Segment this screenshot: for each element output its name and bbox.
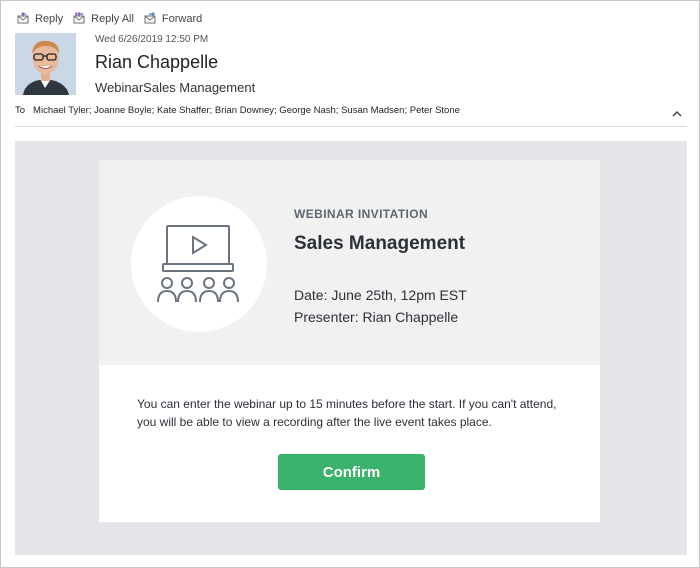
forward-button[interactable]: Forward	[144, 12, 202, 25]
message-date: Wed 6/26/2019 12:50 PM	[95, 34, 209, 45]
recipients-list[interactable]: Michael Tyler; Joanne Boyle; Kate Shaffe…	[33, 105, 460, 116]
email-window: Reply Reply All Forward Wed 6/26/2019 12…	[0, 0, 700, 568]
header-divider	[15, 126, 687, 127]
webinar-presenter: Presenter: Rian Chappelle	[294, 309, 459, 325]
invitation-card: WEBINAR INVITATION Sales Management Date…	[99, 160, 600, 522]
reply-icon	[17, 12, 29, 24]
forward-label: Forward	[161, 12, 203, 25]
confirm-button[interactable]: Confirm	[278, 454, 425, 490]
webinar-icon-circle	[131, 196, 267, 332]
webinar-details: Date: June 25th, 12pm EST Presenter: Ria…	[294, 284, 467, 328]
message-subject: WebinarSales Management	[95, 80, 256, 95]
chevron-up-icon[interactable]	[670, 107, 684, 121]
reply-all-label: Reply All	[91, 12, 134, 25]
invitation-header: WEBINAR INVITATION Sales Management Date…	[99, 160, 600, 365]
reply-label: Reply	[35, 12, 64, 25]
invitation-kicker: WEBINAR INVITATION	[294, 207, 429, 221]
reply-button[interactable]: Reply	[17, 12, 63, 25]
webinar-date: Date: June 25th, 12pm EST	[294, 287, 467, 303]
recipients-line: To Michael Tyler; Joanne Boyle; Kate Sha…	[15, 105, 460, 116]
to-label: To	[15, 105, 26, 116]
reply-all-icon	[73, 12, 85, 24]
webinar-description: You can enter the webinar up to 15 minut…	[137, 397, 557, 429]
webinar-presentation-icon	[157, 225, 239, 303]
message-toolbar: Reply Reply All Forward	[17, 12, 202, 25]
forward-icon	[144, 12, 156, 24]
reply-all-button[interactable]: Reply All	[73, 12, 134, 25]
message-body: WEBINAR INVITATION Sales Management Date…	[15, 141, 687, 555]
webinar-title: Sales Management	[294, 233, 466, 254]
sender-name[interactable]: Rian Chappelle	[95, 52, 218, 73]
sender-avatar	[15, 33, 76, 95]
